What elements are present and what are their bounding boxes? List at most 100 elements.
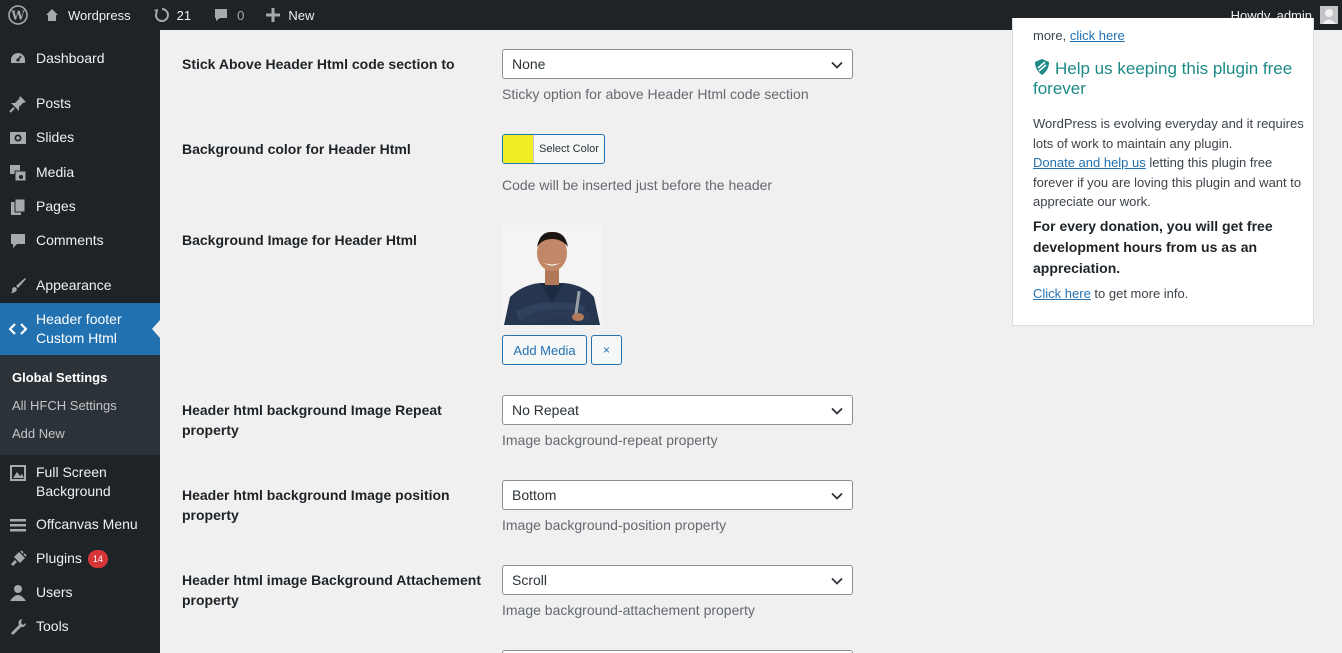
repeat-select[interactable]: No Repeat: [502, 395, 853, 425]
home-icon: [46, 9, 58, 21]
brush-icon: [0, 277, 36, 295]
repeat-setting-description: Image background-repeat property: [502, 432, 718, 448]
top-click-here-link[interactable]: click here: [1070, 28, 1125, 43]
sidebar-item-label: Slides: [36, 129, 75, 145]
sidebar-item-header-footer-custom-html[interactable]: Header footer Custom Html: [0, 303, 160, 355]
submenu-item-add-new[interactable]: Add New: [12, 426, 65, 441]
widget-top-text: more, click here: [1033, 26, 1305, 46]
code-icon: [0, 320, 36, 338]
sidebar-item-comments[interactable]: Comments: [0, 231, 160, 250]
sidebar-item-plugins[interactable]: Plugins 14: [0, 549, 160, 568]
chevron-down-icon: [831, 577, 843, 585]
position-select[interactable]: Bottom: [502, 480, 853, 510]
updates-count: 21: [176, 7, 192, 23]
chevron-down-icon: [831, 407, 843, 415]
plugin-updates-badge: 14: [87, 549, 108, 568]
sidebar-item-dashboard[interactable]: Dashboard: [0, 49, 160, 68]
remove-image-button[interactable]: ×: [591, 335, 622, 365]
site-name: Wordpress: [68, 7, 131, 23]
select-color-label: Select Color: [539, 143, 599, 155]
attachment-setting-label: Header html image Background Attachement…: [182, 572, 481, 608]
updates-icon: [153, 8, 169, 22]
sidebar-item-posts[interactable]: Posts: [0, 94, 160, 113]
avatar: [1320, 6, 1338, 24]
sidebar-item-label: Pages: [36, 198, 76, 214]
sidebar-item-full-screen-background[interactable]: Full Screen Background: [0, 462, 160, 502]
attachment-select[interactable]: Scroll: [502, 565, 853, 595]
current-menu-arrow: [152, 320, 160, 338]
donate-link[interactable]: Donate and help us: [1033, 155, 1146, 170]
bgimage-setting-label: Background Image for Header Html: [182, 232, 417, 248]
sidebar-item-tools[interactable]: Tools: [0, 617, 160, 636]
submenu-item-all-hfch-settings[interactable]: All HFCH Settings: [12, 398, 117, 413]
sidebar-item-label: Full Screen Background: [36, 464, 111, 499]
new-content-link[interactable]: New: [258, 0, 322, 30]
sidebar-item-label: Dashboard: [36, 50, 105, 66]
sidebar-item-appearance[interactable]: Appearance: [0, 276, 160, 295]
comment-icon: [0, 232, 36, 250]
donation-widget: more, click here Help us keeping this pl…: [1012, 18, 1314, 326]
man-portrait-image: [502, 225, 602, 325]
submenu-item-global-settings[interactable]: Global Settings: [12, 370, 107, 385]
chevron-down-icon: [831, 492, 843, 500]
users-icon: [0, 584, 36, 602]
sidebar-item-users[interactable]: Users: [0, 583, 160, 602]
comment-icon: [215, 9, 228, 21]
add-media-button[interactable]: Add Media: [502, 335, 587, 365]
menu-icon: [0, 516, 36, 534]
info-text: to get more info.: [1094, 286, 1189, 301]
comments-link[interactable]: 0: [205, 0, 252, 30]
color-swatch: [503, 135, 534, 163]
widget-title: Help us keeping this plugin free forever: [1033, 58, 1303, 99]
widget-title-text: Help us keeping this plugin free forever: [1033, 59, 1293, 98]
sidebar-item-label: Appearance: [36, 277, 112, 293]
bgcolor-setting-label: Background color for Header Html: [182, 141, 411, 157]
sidebar-item-label: Tools: [36, 618, 69, 634]
attachment-select-value: Scroll: [512, 572, 548, 588]
sidebar-item-label: Offcanvas Menu: [36, 516, 138, 532]
click-here-link[interactable]: Click here: [1033, 286, 1091, 301]
repeat-select-value: No Repeat: [512, 402, 579, 418]
sidebar-item-slides[interactable]: Slides: [0, 128, 160, 147]
widget-paragraph-2: Donate and help us letting this plugin f…: [1033, 153, 1305, 212]
plus-icon: [266, 8, 281, 22]
admin-sidebar: Dashboard Posts Slides Media Pages Comme…: [0, 30, 160, 653]
sidebar-item-label: Users: [36, 584, 73, 600]
position-setting-description: Image background-position property: [502, 517, 727, 533]
sidebar-item-label: Media: [36, 164, 75, 180]
pin-icon: [0, 95, 36, 113]
sidebar-item-label: Posts: [36, 95, 72, 111]
stick-setting-description: Sticky option for above Header Html code…: [502, 86, 809, 102]
plugin-icon: [0, 549, 36, 568]
widget-info-line: Click here to get more info.: [1033, 284, 1305, 304]
stick-setting-label: Stick Above Header Html code section to: [182, 56, 455, 72]
attachment-setting-description: Image background-attachement property: [502, 602, 755, 618]
wordpress-logo-icon[interactable]: W: [0, 0, 36, 30]
background-image-thumbnail: [502, 225, 602, 325]
sidebar-item-label: Header footer Custom Html: [36, 311, 122, 346]
new-label: New: [288, 7, 315, 23]
dashboard-icon: [0, 50, 36, 68]
tools-icon: [0, 618, 36, 636]
site-name-link[interactable]: Wordpress: [36, 0, 139, 30]
sidebar-item-media[interactable]: Media: [0, 163, 160, 182]
widget-paragraph-1: WordPress is evolving everyday and it re…: [1033, 116, 1304, 151]
position-select-value: Bottom: [512, 487, 557, 503]
comments-count: 0: [237, 7, 245, 23]
sidebar-item-pages[interactable]: Pages: [0, 197, 160, 216]
shield-icon: [1035, 59, 1049, 75]
stick-select[interactable]: None: [502, 49, 853, 79]
pages-icon: [0, 198, 36, 216]
position-setting-label: Header html background Image position pr…: [182, 487, 450, 523]
visibility-icon: [0, 129, 36, 147]
sidebar-item-offcanvas-menu[interactable]: Offcanvas Menu: [0, 515, 160, 534]
select-color-button[interactable]: Select Color: [502, 134, 605, 164]
more-text: more,: [1033, 28, 1067, 43]
submenu: Global Settings All HFCH Settings Add Ne…: [0, 355, 160, 455]
svg-text:W: W: [10, 9, 25, 23]
bgcolor-setting-description: Code will be inserted just before the he…: [502, 177, 773, 193]
image-icon: [0, 462, 36, 482]
chevron-down-icon: [831, 61, 843, 69]
user-avatar-icon: [1320, 6, 1338, 24]
updates-link[interactable]: 21: [145, 0, 199, 30]
